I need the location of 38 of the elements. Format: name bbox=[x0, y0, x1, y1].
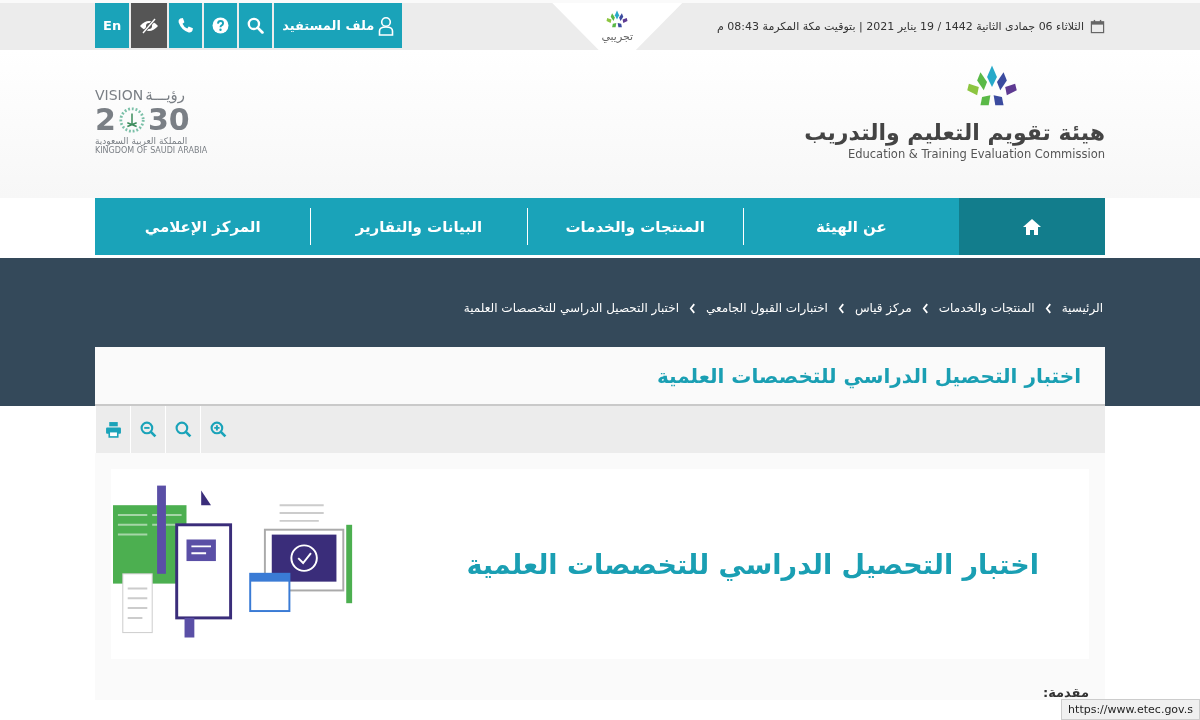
chevron-icon bbox=[837, 302, 845, 314]
chevron-icon bbox=[921, 302, 929, 314]
search-icon bbox=[247, 17, 265, 34]
date-text: الثلاثاء 06 جمادى الثانية 1442 / 19 يناير 2021 | بتوقيت مكة المكرمة 08:43 م bbox=[716, 20, 1084, 33]
status-url: https://www.etec.gov.s bbox=[1061, 699, 1200, 720]
breadcrumb-link[interactable]: اختبار التحصيل الدراسي للتخصصات العلمية bbox=[463, 301, 679, 315]
calendar-icon bbox=[1090, 19, 1105, 34]
country-name-english: KINGDOM OF SAUDI ARABIA bbox=[95, 146, 208, 155]
breadcrumb-link[interactable]: اختبارات القبول الجامعي bbox=[705, 301, 828, 315]
eye-slash-icon bbox=[139, 17, 160, 34]
chevron-icon bbox=[1044, 302, 1052, 314]
phone-icon bbox=[177, 17, 195, 34]
printer-icon bbox=[104, 421, 122, 438]
breadcrumb-link[interactable]: الرئيسية bbox=[1061, 301, 1103, 315]
emblem-icon bbox=[117, 106, 146, 134]
org-name: هيئة تقويم التعليم والتدريب bbox=[804, 120, 1105, 145]
search-icon bbox=[174, 421, 192, 438]
vision-word: VISION bbox=[95, 87, 144, 103]
search-button[interactable] bbox=[239, 3, 273, 48]
banner-title: اختبار التحصيل الدراسي للتخصصات العلمية bbox=[466, 548, 1039, 580]
help-icon bbox=[212, 17, 230, 34]
year-digits: 30 bbox=[147, 104, 190, 136]
help-button[interactable] bbox=[204, 3, 238, 48]
home-icon bbox=[1022, 217, 1042, 236]
page-title: اختبار التحصيل الدراسي للتخصصات العلمية bbox=[656, 363, 1081, 388]
section-heading: مقدمة: bbox=[1042, 685, 1089, 700]
breadcrumb-link[interactable]: مركز قياس bbox=[854, 301, 912, 315]
org-name-english: Education & Training Evaluation Commission bbox=[847, 147, 1105, 161]
beta-tab[interactable]: تجريبي bbox=[552, 3, 683, 53]
chevron-icon bbox=[688, 302, 696, 314]
vision-word-arabic: رؤيـــة bbox=[145, 86, 186, 104]
zoom-in-icon bbox=[209, 421, 227, 438]
eye-slash-button[interactable] bbox=[131, 3, 168, 48]
year-digit: 2 bbox=[95, 104, 116, 136]
user-icon bbox=[378, 15, 395, 36]
zoom-out-icon bbox=[139, 421, 157, 438]
country-name: المملكة العربية السعودية bbox=[95, 136, 188, 146]
breadcrumb-link[interactable]: المنتجات والخدمات bbox=[938, 301, 1035, 315]
